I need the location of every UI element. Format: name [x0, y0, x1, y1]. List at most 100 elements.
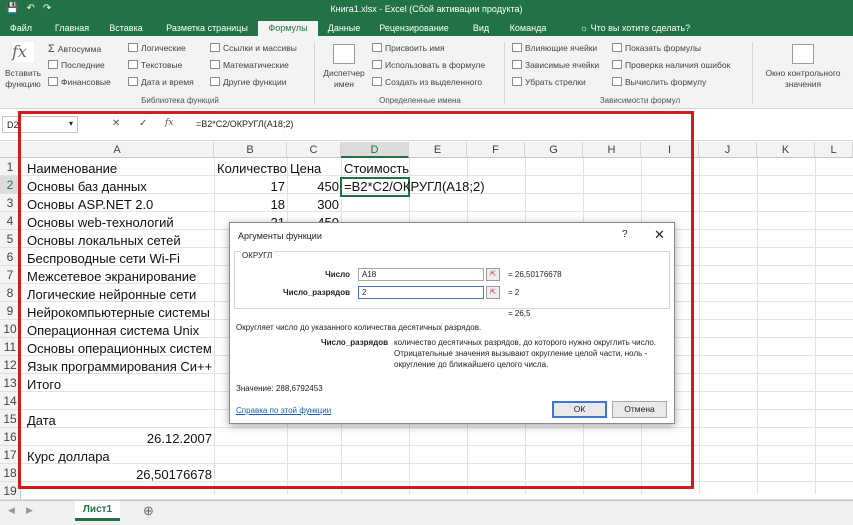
trace-precedents-button[interactable]: Влияющие ячейки	[512, 43, 597, 53]
define-name-button[interactable]: Присвоить имя	[372, 43, 445, 53]
tab-view[interactable]: Вид	[462, 21, 500, 36]
error-checking-button[interactable]: Проверка наличия ошибок	[612, 60, 730, 70]
autosum-button[interactable]: Σ Автосумма	[48, 43, 101, 55]
tab-file[interactable]: Файл	[4, 21, 38, 36]
trace-dependents-label: Зависимые ячейки	[525, 60, 600, 70]
tag-icon	[372, 43, 382, 52]
collapse-dialog-icon[interactable]: ⇱	[486, 286, 500, 299]
logical-button[interactable]: Логические	[128, 43, 186, 53]
number-input[interactable]: A18	[358, 268, 484, 281]
group-function-library: Библиотека функций	[141, 96, 219, 105]
money-icon	[48, 77, 58, 86]
cancel-button[interactable]: Отмена	[612, 401, 667, 418]
arg1-label: Число	[325, 270, 350, 279]
col-header-k[interactable]: K	[757, 142, 815, 158]
tell-me-label: Что вы хотите сделать?	[590, 23, 691, 33]
use-in-formula-label: Использовать в формуле	[385, 60, 486, 70]
arg1-result: = 26,50176678	[508, 270, 562, 279]
lookup-label: Ссылки и массивы	[223, 43, 297, 53]
tab-page-layout[interactable]: Разметка страницы	[156, 21, 258, 36]
col-header-l[interactable]: L	[815, 142, 853, 158]
help-link[interactable]: Справка по этой функции	[236, 406, 331, 415]
financial-label: Финансовые	[61, 77, 111, 87]
scroll-right-icon[interactable]: ▶	[26, 505, 33, 516]
lightbulb-icon: ☼	[579, 23, 591, 33]
math-icon	[210, 60, 220, 69]
ribbon-tabs: Файл Главная Вставка Разметка страницы Ф…	[0, 19, 853, 36]
param-description: количество десятичных разрядов, до котор…	[394, 338, 657, 369]
function-arguments-dialog: Аргументы функции ? ✕ ОКРУГЛ Число A18 ⇱…	[229, 222, 675, 424]
evaluate-formula-label: Вычислить формулу	[625, 77, 707, 87]
value-text: Значение: 288,6792453	[236, 384, 323, 393]
show-formulas-icon	[612, 43, 622, 52]
remove-arrows-icon	[512, 77, 522, 86]
recent-button[interactable]: Последние	[48, 60, 105, 70]
window-title: Книга1.xlsx - Excel (Сбой активации прод…	[330, 4, 523, 14]
name-manager-icon	[333, 44, 355, 64]
group-formula-auditing: Зависимости формул	[599, 96, 681, 105]
math-label: Математические	[223, 60, 289, 70]
add-sheet-icon[interactable]: ⊕	[143, 503, 154, 519]
grid-icon	[372, 77, 382, 86]
col-header-j[interactable]: J	[699, 142, 757, 158]
name-manager-button[interactable]: Диспетчер имен	[318, 68, 370, 90]
group-defined-names: Определенные имена	[379, 96, 461, 105]
datetime-label: Дата и время	[141, 77, 194, 87]
tab-formulas[interactable]: Формулы	[258, 21, 318, 36]
financial-button[interactable]: Финансовые	[48, 77, 111, 87]
tab-home[interactable]: Главная	[46, 21, 98, 36]
grid-line	[815, 158, 816, 494]
ribbon: fx Вставить функцию Σ Автосумма Последни…	[0, 36, 853, 109]
define-name-label: Присвоить имя	[385, 43, 445, 53]
param-name: Число_разрядов	[320, 338, 388, 347]
grid-line	[699, 158, 700, 494]
text-button[interactable]: Текстовые	[128, 60, 182, 70]
watch-window-icon	[792, 44, 814, 64]
autosum-label: Автосумма	[57, 44, 102, 54]
arg2-label: Число_разрядов	[282, 288, 350, 297]
precedents-icon	[512, 43, 522, 52]
num-digits-input[interactable]: 2	[358, 286, 484, 299]
collapse-dialog-icon[interactable]: ⇱	[486, 268, 500, 281]
lookup-button[interactable]: Ссылки и массивы	[210, 43, 297, 53]
function-name-legend: ОКРУГЛ	[240, 251, 275, 260]
ribbon-separator	[752, 42, 753, 104]
show-formulas-button[interactable]: Показать формулы	[612, 43, 701, 53]
tab-data[interactable]: Данные	[322, 21, 366, 36]
sigma-icon: Σ	[48, 43, 58, 55]
create-from-selection-button[interactable]: Создать из выделенного	[372, 77, 482, 87]
other-functions-button[interactable]: Другие функции	[210, 77, 287, 87]
arg2-result: = 2	[508, 288, 520, 297]
insert-function-button[interactable]: Вставить функцию	[2, 68, 44, 90]
evaluate-formula-button[interactable]: Вычислить формулу	[612, 77, 706, 87]
use-in-formula-button[interactable]: Использовать в формуле	[372, 60, 485, 70]
trace-precedents-label: Влияющие ячейки	[525, 43, 598, 53]
tab-insert[interactable]: Вставка	[100, 21, 152, 36]
datetime-button[interactable]: Дата и время	[128, 77, 194, 87]
trace-dependents-button[interactable]: Зависимые ячейки	[512, 60, 599, 70]
scroll-left-icon[interactable]: ◀	[8, 505, 15, 516]
question-icon	[128, 43, 138, 52]
remove-arrows-button[interactable]: Убрать стрелки	[512, 77, 586, 87]
calendar-icon	[128, 77, 138, 86]
formula-icon	[372, 60, 382, 69]
error-check-icon	[612, 60, 622, 69]
title-bar: 💾 ↶ ↷ Книга1.xlsx - Excel (Сбой активаци…	[0, 0, 853, 19]
tab-team[interactable]: Команда	[504, 21, 552, 36]
close-icon[interactable]: ✕	[654, 227, 665, 243]
math-button[interactable]: Математические	[210, 60, 289, 70]
help-icon[interactable]: ?	[622, 229, 628, 240]
sheet-tab-list1[interactable]: Лист1	[75, 501, 120, 521]
ok-button[interactable]: ОК	[552, 401, 607, 418]
watch-window-button[interactable]: Окно контрольного значения	[756, 68, 850, 90]
error-checking-label: Проверка наличия ошибок	[625, 60, 731, 70]
ribbon-separator	[314, 42, 315, 104]
ribbon-separator	[504, 42, 505, 104]
logical-label: Логические	[141, 43, 186, 53]
evaluate-icon	[612, 77, 622, 86]
tab-review[interactable]: Рецензирование	[372, 21, 456, 36]
more-functions-icon	[210, 77, 220, 86]
tell-me-search[interactable]: ☼ Что вы хотите сделать?	[560, 21, 710, 36]
text-icon	[128, 60, 138, 69]
create-from-selection-label: Создать из выделенного	[385, 77, 483, 87]
